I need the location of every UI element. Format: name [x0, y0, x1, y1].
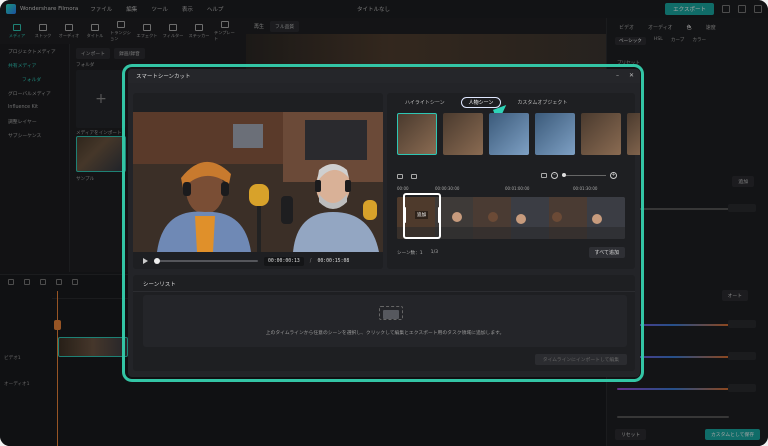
- video-player: 00:00:00:13 / 00:00:15:08: [133, 93, 383, 269]
- dialog-minimize-icon[interactable]: –: [616, 72, 619, 79]
- person-thumbnail[interactable]: [443, 113, 483, 155]
- play-icon[interactable]: [143, 258, 148, 264]
- person-thumbnail[interactable]: [535, 113, 575, 155]
- divider: [133, 291, 635, 292]
- zoom-in-icon[interactable]: +: [610, 172, 617, 179]
- strip-toolbar: – +: [397, 169, 625, 183]
- scene-list-panel: シーンリスト 上のタイムラインから任意のシーンを選択し、クリックして編集とエクス…: [133, 275, 635, 371]
- import-to-timeline-button[interactable]: タイムラインにインポートして編集: [534, 354, 627, 365]
- ruler-tick: 00:00:30:00: [435, 186, 460, 191]
- range-end-handle[interactable]: [438, 207, 441, 223]
- total-time: 00:00:15:08: [317, 258, 350, 264]
- person-thumbnails: [397, 113, 640, 155]
- clip-placeholder: [383, 310, 399, 319]
- tab-custom-object[interactable]: カスタムオブジェクト: [513, 98, 571, 107]
- scene-page: 1/3: [430, 250, 439, 255]
- empty-hint-text: 上のタイムラインから任意のシーンを選択し、クリックして編集とエクスポート用のタス…: [265, 331, 505, 336]
- podcast-scene-image: [133, 112, 383, 252]
- app-window: Wondershare Filmora ファイル 編集 ツール 表示 ヘルプ タ…: [0, 0, 768, 446]
- add-scene-label[interactable]: 追加: [415, 211, 429, 219]
- fit-icon[interactable]: [541, 173, 547, 178]
- person-thumbnail[interactable]: [397, 113, 437, 155]
- range-start-handle[interactable]: [403, 207, 406, 223]
- player-controls: 00:00:00:13 / 00:00:15:08: [133, 253, 383, 269]
- time-separator: /: [309, 258, 312, 264]
- current-time: 00:00:00:13: [264, 256, 304, 266]
- scene-detection-panel: ハイライトシーン 人物シーン カスタムオブジェクト – + 00:00 00:0…: [387, 93, 640, 269]
- undo-icon[interactable]: [397, 173, 403, 179]
- player-seek-bar[interactable]: [154, 258, 258, 264]
- empty-scene-icon: [379, 306, 403, 320]
- person-thumbnail[interactable]: [489, 113, 529, 155]
- seek-knob[interactable]: [154, 258, 160, 264]
- ruler-tick: 00:01:30:00: [573, 186, 598, 191]
- smart-scene-cut-dialog: スマートシーンカット – ✕ 00:00:00:13 / 00:00:15:08…: [128, 69, 640, 377]
- ruler-tick: 00:01:00:00: [505, 186, 530, 191]
- zoom-knob[interactable]: [562, 173, 566, 177]
- redo-icon[interactable]: [411, 173, 417, 179]
- ruler-tick: 00:00: [397, 186, 409, 191]
- dialog-header: スマートシーンカット: [128, 69, 640, 83]
- add-all-button[interactable]: すべて追加: [588, 247, 625, 258]
- person-thumbnail[interactable]: [627, 113, 640, 155]
- scene-info: シーン数：1 1/3: [397, 250, 438, 256]
- dialog-close-icon[interactable]: ✕: [629, 72, 634, 79]
- person-thumbnail[interactable]: [581, 113, 621, 155]
- tab-highlight-scene[interactable]: ハイライトシーン: [401, 98, 449, 107]
- zoom-out-icon[interactable]: –: [551, 172, 558, 179]
- scene-list-title: シーンリスト: [143, 282, 176, 288]
- selected-scene-range[interactable]: 追加: [403, 193, 441, 239]
- zoom-slider[interactable]: [562, 173, 606, 177]
- scene-count: シーン数：1: [397, 251, 423, 256]
- dialog-title: スマートシーンカット: [136, 74, 191, 80]
- video-frame: [133, 112, 383, 252]
- tab-person-scene[interactable]: 人物シーン: [460, 97, 502, 108]
- scene-drop-area: 上のタイムラインから任意のシーンを選択し、クリックして編集とエクスポート用のタス…: [143, 295, 627, 347]
